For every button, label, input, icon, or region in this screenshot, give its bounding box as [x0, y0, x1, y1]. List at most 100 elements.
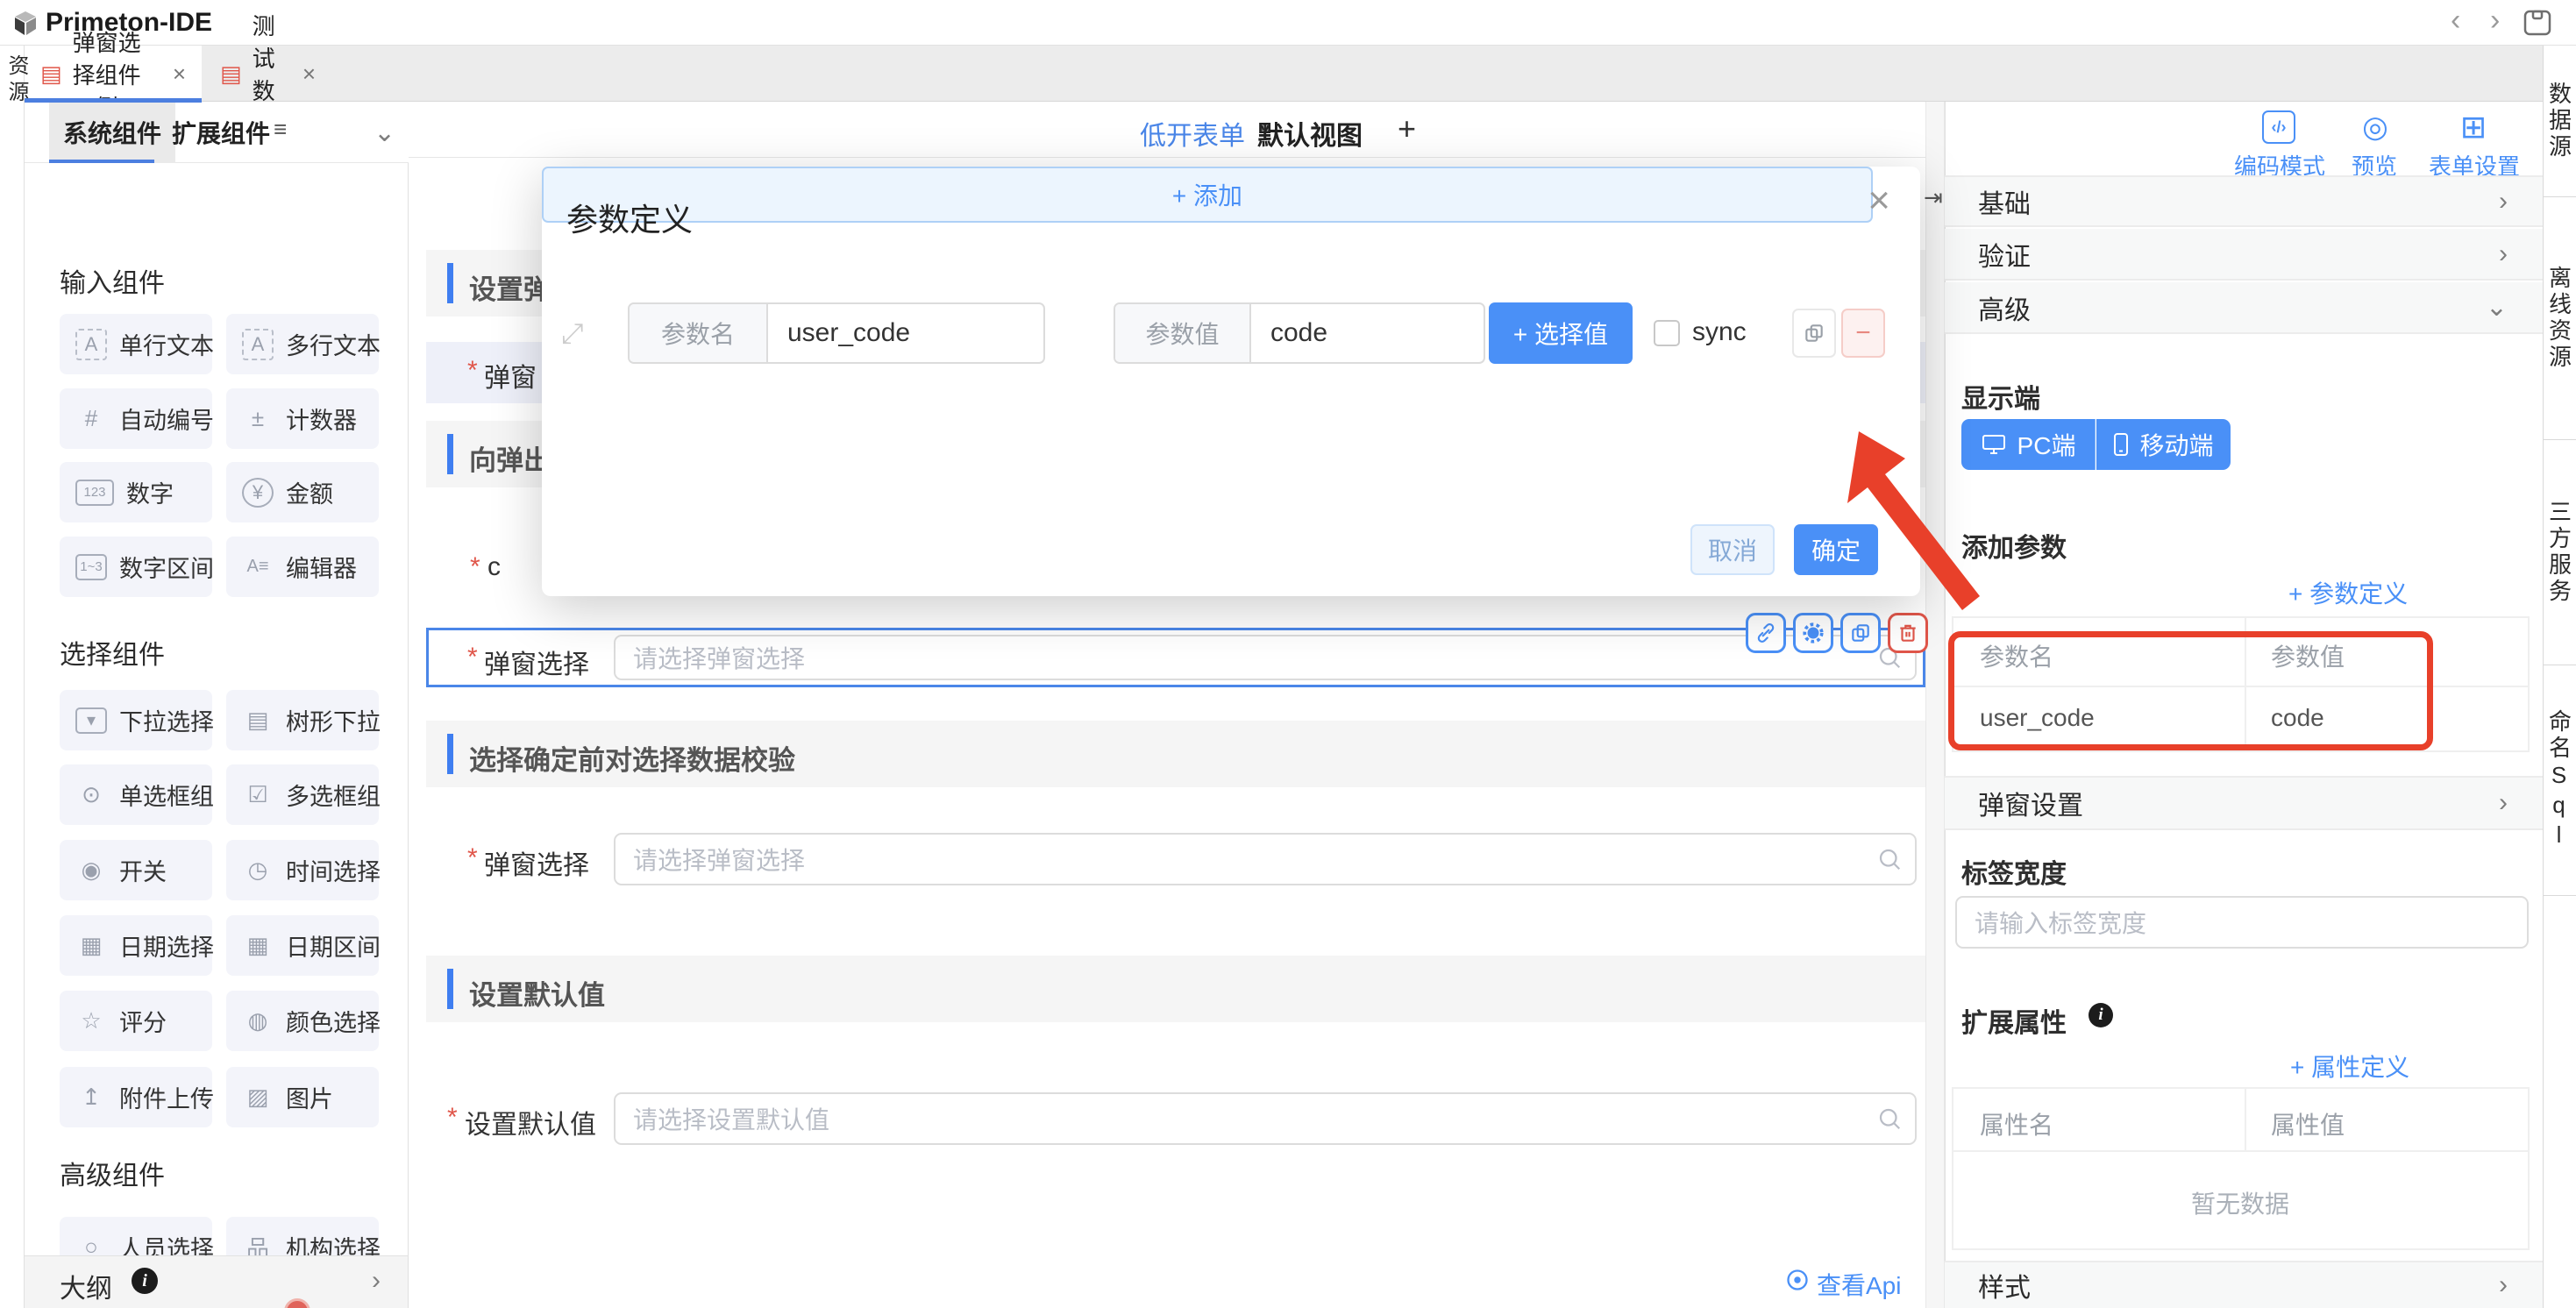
field-link-button[interactable]	[1746, 613, 1786, 653]
palette-tab-underline	[49, 160, 154, 163]
row-copy-button[interactable]	[1792, 309, 1836, 358]
palette-card-editor[interactable]: A≡编辑器	[226, 537, 379, 597]
default-value-input[interactable]: 请选择设置默认值	[614, 1092, 1917, 1145]
nav-forward-button[interactable]: ›	[2490, 4, 2500, 38]
palette-card-switch[interactable]: ◉开关	[60, 840, 212, 900]
chevron-down-icon: ⌄	[2486, 292, 2508, 323]
popup-select-input-2[interactable]: 请选择弹窗选择	[614, 833, 1917, 885]
canvas-section-validate: 选择确定前对选择数据校验	[426, 721, 1925, 787]
drag-handle-icon[interactable]: ⤢	[561, 317, 584, 351]
cancel-button[interactable]: 取消	[1690, 524, 1775, 575]
param-define-dialog: 参数定义 × ⤢ 参数名 user_code 参数值 code + 选择值 sy…	[542, 167, 1920, 596]
palette-card-date-range[interactable]: ▦日期区间	[226, 915, 379, 976]
upload-icon: ↥	[75, 1082, 107, 1113]
view-api-eye-icon	[1785, 1268, 1810, 1292]
rail-item-offline-resources[interactable]: 离线资源	[2543, 197, 2576, 440]
palette-card-number-range[interactable]: 1~3数字区间	[60, 537, 212, 597]
section-accent	[447, 969, 453, 1009]
section-advanced-components: 高级组件	[60, 1154, 165, 1192]
tab-close-icon[interactable]: ×	[302, 60, 316, 88]
primeton-ide-window: Primeton-IDE ‹ › ▤ 弹窗选择组件示例* × ▤ 测试数据 × …	[0, 0, 2576, 1308]
save-icon[interactable]	[2523, 10, 2551, 36]
palette-card-counter[interactable]: ±计数器	[226, 388, 379, 449]
counter-icon: ±	[242, 403, 274, 435]
left-rail	[0, 46, 25, 1308]
time-picker-icon: ◷	[242, 855, 274, 886]
param-value-group: 参数值 code	[1114, 302, 1485, 364]
nav-back-button[interactable]: ‹	[2451, 4, 2460, 38]
palette-card-radio-group[interactable]: ⊙单选框组	[60, 764, 212, 825]
palette-collapse-icon[interactable]: ⌄	[374, 117, 395, 148]
sync-checkbox[interactable]	[1654, 320, 1680, 346]
select-value-button[interactable]: + 选择值	[1489, 302, 1633, 364]
accordion-validate[interactable]: 验证›	[1945, 229, 2543, 281]
checkbox-group-icon: ☑	[242, 779, 274, 811]
code-mode-icon[interactable]: ‹/›	[2262, 110, 2295, 144]
panel-collapse-icon[interactable]: ⇥	[1924, 184, 1943, 211]
link-icon	[1754, 622, 1777, 644]
default-value-label: 设置默认值	[465, 1103, 596, 1141]
tab-close-icon[interactable]: ×	[173, 60, 186, 88]
tree-dropdown-icon: ▤	[242, 705, 274, 736]
number-range-icon: 1~3	[75, 554, 107, 580]
number-icon: 123	[75, 480, 114, 506]
rail-item-datasource[interactable]: 数据源	[2543, 46, 2576, 197]
chevron-right-icon: ›	[2499, 788, 2508, 818]
palette-tab-extend[interactable]: 扩展组件	[158, 102, 284, 163]
palette-card-number[interactable]: 123数字	[60, 462, 212, 522]
attr-define-link[interactable]: + 属性定义	[2290, 1049, 2409, 1084]
view-tab-add-button[interactable]: +	[1398, 110, 1416, 147]
accordion-popup-settings[interactable]: 弹窗设置›	[1945, 776, 2543, 830]
row-remove-button[interactable]: −	[1841, 309, 1885, 358]
display-mobile-button[interactable]: 移动端	[2096, 419, 2231, 470]
palette-card-tree-dropdown[interactable]: ▤树形下拉	[226, 690, 379, 750]
image-icon: ▨	[242, 1082, 274, 1113]
document-tab-strip	[25, 46, 2543, 102]
param-name-group: 参数名 user_code	[628, 302, 1045, 364]
palette-card-color-picker[interactable]: ◍颜色选择	[226, 991, 379, 1051]
view-tab-lowcode-form[interactable]: 低开表单	[1140, 114, 1245, 153]
add-param-row-button[interactable]: + 添加	[542, 167, 1873, 223]
dialog-close-icon[interactable]: ×	[1868, 179, 1890, 223]
palette-card-amount[interactable]: ¥金额	[226, 462, 379, 522]
palette-card-dropdown[interactable]: ▾下拉选择	[60, 690, 212, 750]
annotation-arrow	[1789, 403, 2017, 631]
palette-card-date-picker[interactable]: ▦日期选择	[60, 915, 212, 976]
form-settings-icon[interactable]: ⊞	[2457, 110, 2490, 144]
chevron-right-icon: ›	[2499, 187, 2508, 217]
palette-tab-system[interactable]: 系统组件	[49, 102, 175, 163]
palette-card-single-text[interactable]: A单行文本	[60, 314, 212, 374]
label-width-input[interactable]: 请输入标签宽度	[1955, 896, 2529, 949]
palette-card-auto-number[interactable]: #自动编号	[60, 388, 212, 449]
rail-item-named-sql[interactable]: 命名Sql	[2543, 665, 2576, 896]
param-name-input[interactable]: user_code	[768, 304, 1043, 362]
view-tab-default-view[interactable]: 默认视图	[1257, 114, 1363, 153]
rail-item-thirdparty-services[interactable]: 三方服务	[2543, 440, 2576, 665]
palette-card-multi-text[interactable]: A多行文本	[226, 314, 379, 374]
palette-card-checkbox-group[interactable]: ☑多选框组	[226, 764, 379, 825]
radio-group-icon: ⊙	[75, 779, 107, 811]
palette-card-image[interactable]: ▨图片	[226, 1067, 379, 1127]
copy-icon	[1803, 322, 1825, 345]
popup-select-label: 弹窗选择	[484, 643, 589, 681]
accordion-basic[interactable]: 基础›	[1945, 175, 2543, 227]
popup-select-input[interactable]: 请选择弹窗选择	[614, 635, 1917, 680]
accordion-style[interactable]: 样式›	[1945, 1261, 2543, 1308]
param-value-addon: 参数值	[1115, 304, 1251, 362]
palette-card-time-picker[interactable]: ◷时间选择	[226, 840, 379, 900]
outline-expand-icon[interactable]: ›	[372, 1266, 381, 1296]
param-define-link[interactable]: + 参数定义	[2288, 575, 2408, 610]
view-api-link[interactable]: 查看Api	[1817, 1267, 1901, 1302]
preview-icon[interactable]: ◎	[2359, 110, 2392, 144]
palette-menu-icon[interactable]: ≡	[274, 116, 287, 143]
single-text-icon: A	[75, 329, 107, 360]
dropdown-icon: ▾	[75, 707, 107, 734]
param-value-input[interactable]: code	[1251, 304, 1484, 362]
palette-card-rating[interactable]: ☆评分	[60, 991, 212, 1051]
accordion-advanced[interactable]: 高级⌄	[1945, 282, 2543, 334]
palette-card-attachment-upload[interactable]: ↥附件上传	[60, 1067, 212, 1127]
tab-popup-select-example[interactable]: ▤ 弹窗选择组件示例* ×	[25, 46, 202, 102]
attr-value-col-header: 属性值	[2271, 1106, 2345, 1141]
top-bar	[0, 0, 2576, 46]
tab-test-data[interactable]: ▤ 测试数据 ×	[204, 46, 331, 102]
